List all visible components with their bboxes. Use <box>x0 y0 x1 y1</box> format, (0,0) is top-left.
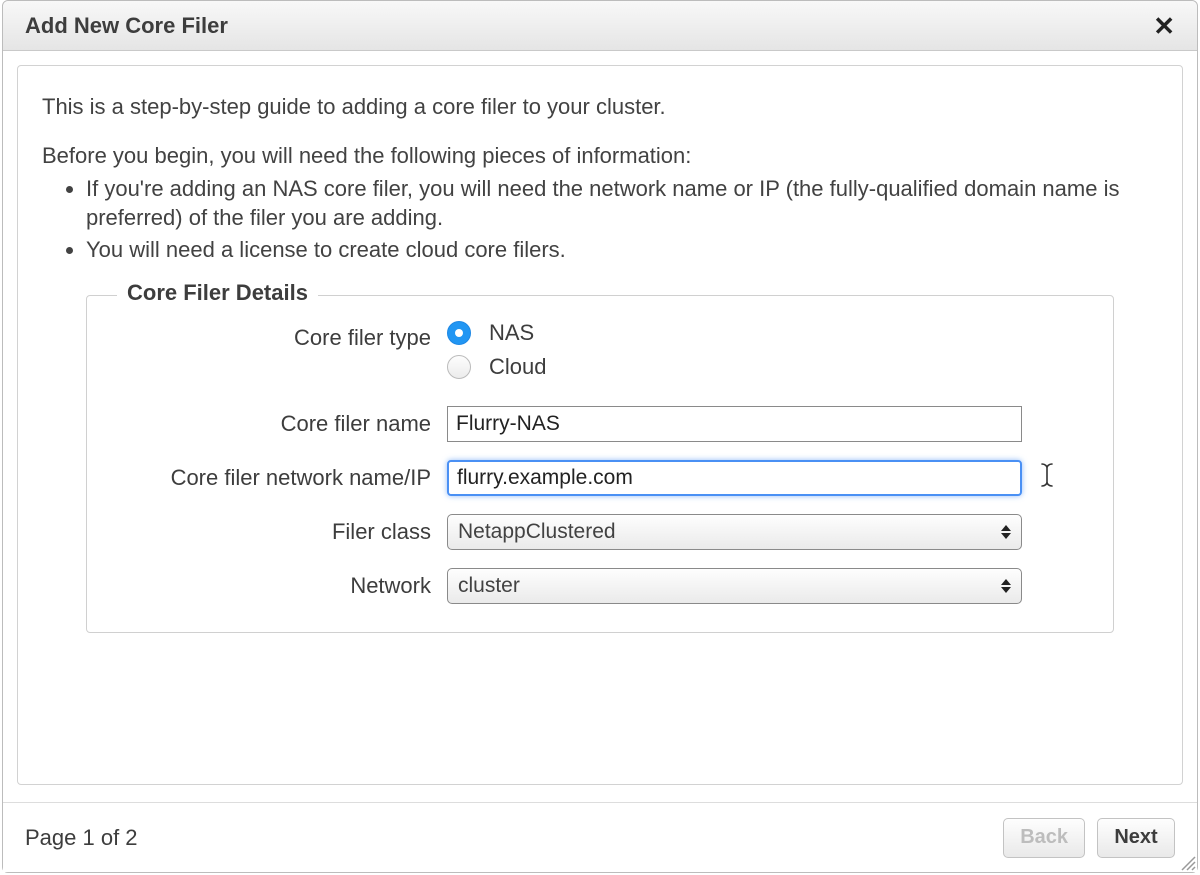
close-icon[interactable]: ✕ <box>1153 13 1175 39</box>
fieldset-legend: Core Filer Details <box>117 280 318 306</box>
footer-buttons: Back Next <box>1003 818 1175 858</box>
dialog-header: Add New Core Filer ✕ <box>3 1 1197 51</box>
radio-icon[interactable] <box>447 321 471 345</box>
requirement-item: You will need a license to create cloud … <box>86 235 1158 265</box>
field-core-filer-type: NAS Cloud <box>447 320 1073 388</box>
form-row-network: Core filer network name/IP <box>127 460 1073 496</box>
form-row-filer-class: Filer class NetappClustered <box>127 514 1073 550</box>
dialog-body: This is a step-by-step guide to adding a… <box>3 51 1197 802</box>
radio-label-nas: NAS <box>489 320 534 346</box>
chevron-updown-icon <box>1001 579 1011 593</box>
radio-icon[interactable] <box>447 355 471 379</box>
form-row-name: Core filer name <box>127 406 1073 442</box>
dialog-title: Add New Core Filer <box>25 13 228 39</box>
network-value: cluster <box>458 574 520 598</box>
next-button[interactable]: Next <box>1097 818 1175 858</box>
radio-nas[interactable]: NAS <box>447 320 1073 346</box>
dialog: Add New Core Filer ✕ This is a step-by-s… <box>2 0 1198 873</box>
back-button[interactable]: Back <box>1003 818 1085 858</box>
requirements-list: If you're adding an NAS core filer, you … <box>42 174 1158 265</box>
network-name-input[interactable] <box>447 460 1022 496</box>
label-core-filer-type: Core filer type <box>127 320 447 353</box>
requirement-item: If you're adding an NAS core filer, you … <box>86 174 1158 233</box>
core-filer-name-input[interactable] <box>447 406 1022 442</box>
resize-grip-icon[interactable] <box>1178 853 1196 871</box>
network-select[interactable]: cluster <box>447 568 1022 604</box>
requirements-lead: Before you begin, you will need the foll… <box>42 141 1158 172</box>
filer-class-select[interactable]: NetappClustered <box>447 514 1022 550</box>
page-indicator: Page 1 of 2 <box>25 825 138 851</box>
radio-cloud[interactable]: Cloud <box>447 354 1073 380</box>
form-row-type: Core filer type NAS Cloud <box>127 320 1073 388</box>
radio-label-cloud: Cloud <box>489 354 546 380</box>
form-row-network-select: Network cluster <box>127 568 1073 604</box>
label-network-name: Core filer network name/IP <box>127 460 447 493</box>
label-core-filer-name: Core filer name <box>127 406 447 439</box>
text-cursor-icon <box>1040 462 1054 494</box>
label-filer-class: Filer class <box>127 514 447 547</box>
core-filer-details-fieldset: Core Filer Details Core filer type NAS C… <box>86 295 1114 633</box>
dialog-footer: Page 1 of 2 Back Next <box>3 802 1197 872</box>
content-panel: This is a step-by-step guide to adding a… <box>17 65 1183 785</box>
chevron-updown-icon <box>1001 525 1011 539</box>
label-network: Network <box>127 568 447 601</box>
filer-class-value: NetappClustered <box>458 520 616 544</box>
intro-text: This is a step-by-step guide to adding a… <box>42 92 1158 123</box>
